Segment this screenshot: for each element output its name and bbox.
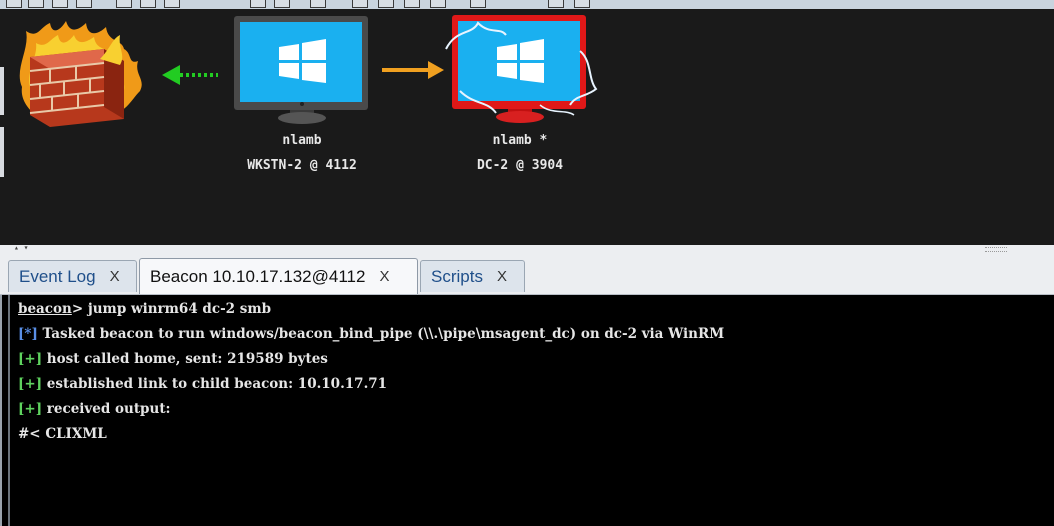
console-line: #< CLIXML: [18, 422, 1054, 447]
tab-close-icon[interactable]: X: [379, 268, 389, 285]
console-line: [+] host called home, sent: 219589 bytes: [18, 347, 1054, 372]
toolbar-button[interactable]: [574, 0, 590, 8]
tab-event-log[interactable]: Event Log X: [8, 260, 137, 292]
wkstn-host-label: WKSTN-2 @ 4112: [247, 158, 357, 173]
ok-marker: [+]: [18, 376, 43, 392]
toolbar-button[interactable]: [116, 0, 132, 8]
toolbar-button[interactable]: [378, 0, 394, 8]
dc-monitor-icon[interactable]: [445, 15, 598, 123]
toolbar-button[interactable]: [548, 0, 564, 8]
link-arrow-green: [162, 65, 218, 85]
console-line-text: host called home, sent: 219589 bytes: [42, 351, 328, 367]
console-line-text: #< CLIXML: [18, 426, 107, 442]
console-line: [+] received output:: [18, 397, 1054, 422]
info-marker: [*]: [18, 326, 38, 342]
toolbar-button[interactable]: [164, 0, 180, 8]
toolbar-button[interactable]: [76, 0, 92, 8]
console-line: [*] Tasked beacon to run windows/beacon_…: [18, 322, 1054, 347]
console-line-text: established link to child beacon: 10.10.…: [42, 376, 388, 392]
tab-close-icon[interactable]: X: [497, 268, 507, 285]
console-line-text: received output:: [42, 401, 171, 417]
pivot-graph: nlamb WKSTN-2 @ 4112 nlamb * DC-2 @ 3904: [0, 9, 1054, 245]
tab-bar: Event Log X Beacon 10.10.17.132@4112 X S…: [0, 257, 1054, 295]
pane-splitter[interactable]: ▴ ▾: [0, 244, 1054, 257]
wkstn-monitor-icon[interactable]: [234, 16, 368, 124]
toolbar-button[interactable]: [404, 0, 420, 8]
ok-marker: [+]: [18, 351, 43, 367]
tab-scripts[interactable]: Scripts X: [420, 260, 525, 292]
tab-label: Beacon 10.10.17.132@4112: [150, 266, 366, 286]
dc-host-label: DC-2 @ 3904: [476, 158, 564, 173]
toolbar-button[interactable]: [250, 0, 266, 8]
link-arrow-orange: [382, 61, 444, 79]
tab-label: Event Log: [19, 266, 96, 286]
console-line-text: Tasked beacon to run windows/beacon_bind…: [37, 326, 725, 342]
tab-label: Scripts: [431, 266, 483, 286]
toolbar: [0, 0, 1054, 9]
ok-marker: [+]: [18, 401, 43, 417]
console-command: > jump winrm64 dc-2 smb: [71, 301, 272, 317]
wkstn-user-label: nlamb: [282, 133, 322, 148]
graph-canvas: [19, 15, 598, 127]
splitter-grip-icon[interactable]: [985, 247, 1007, 252]
beacon-console[interactable]: beacon> jump winrm64 dc-2 smb [*] Tasked…: [8, 295, 1054, 526]
console-line: [+] established link to child beacon: 10…: [18, 372, 1054, 397]
firewall-icon[interactable]: [19, 21, 142, 127]
toolbar-button[interactable]: [430, 0, 446, 8]
toolbar-button[interactable]: [140, 0, 156, 8]
splitter-arrows-icon[interactable]: ▴ ▾: [14, 244, 28, 252]
dc-user-label: nlamb *: [492, 133, 548, 148]
toolbar-button[interactable]: [352, 0, 368, 8]
toolbar-button[interactable]: [470, 0, 486, 8]
toolbar-button[interactable]: [310, 0, 326, 8]
toolbar-button[interactable]: [52, 0, 68, 8]
toolbar-button[interactable]: [28, 0, 44, 8]
console-prompt: beacon: [18, 301, 72, 317]
console-command-line: beacon> jump winrm64 dc-2 smb: [18, 297, 1054, 322]
tab-beacon[interactable]: Beacon 10.10.17.132@4112 X: [139, 258, 418, 294]
toolbar-button[interactable]: [6, 0, 22, 8]
toolbar-button[interactable]: [274, 0, 290, 8]
tab-close-icon[interactable]: X: [110, 268, 120, 285]
console-gutter: [0, 295, 8, 526]
